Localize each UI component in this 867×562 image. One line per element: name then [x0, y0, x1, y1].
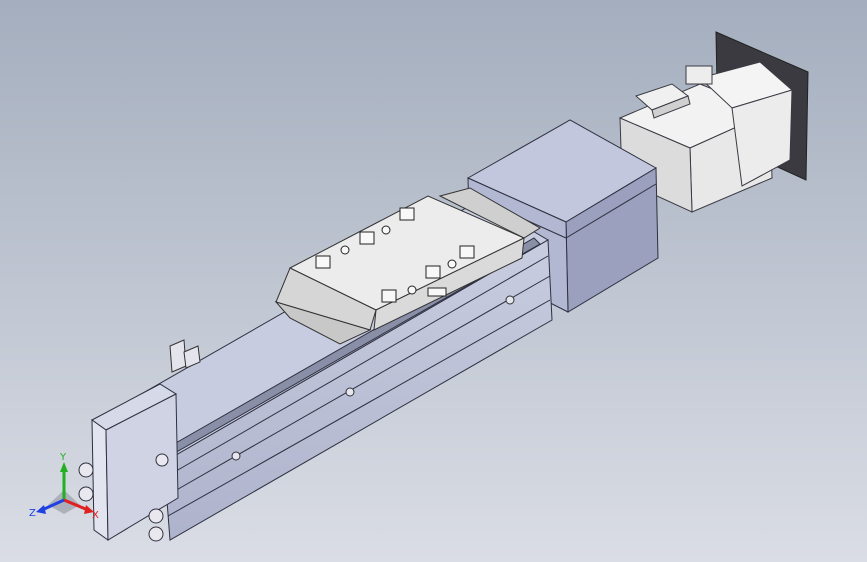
cad-scene: Y X Z	[0, 0, 867, 562]
cad-viewport[interactable]: Y X Z	[0, 0, 867, 562]
z-axis-label: Z	[29, 508, 36, 519]
y-axis-label: Y	[59, 452, 67, 463]
x-axis-label: X	[92, 510, 99, 521]
